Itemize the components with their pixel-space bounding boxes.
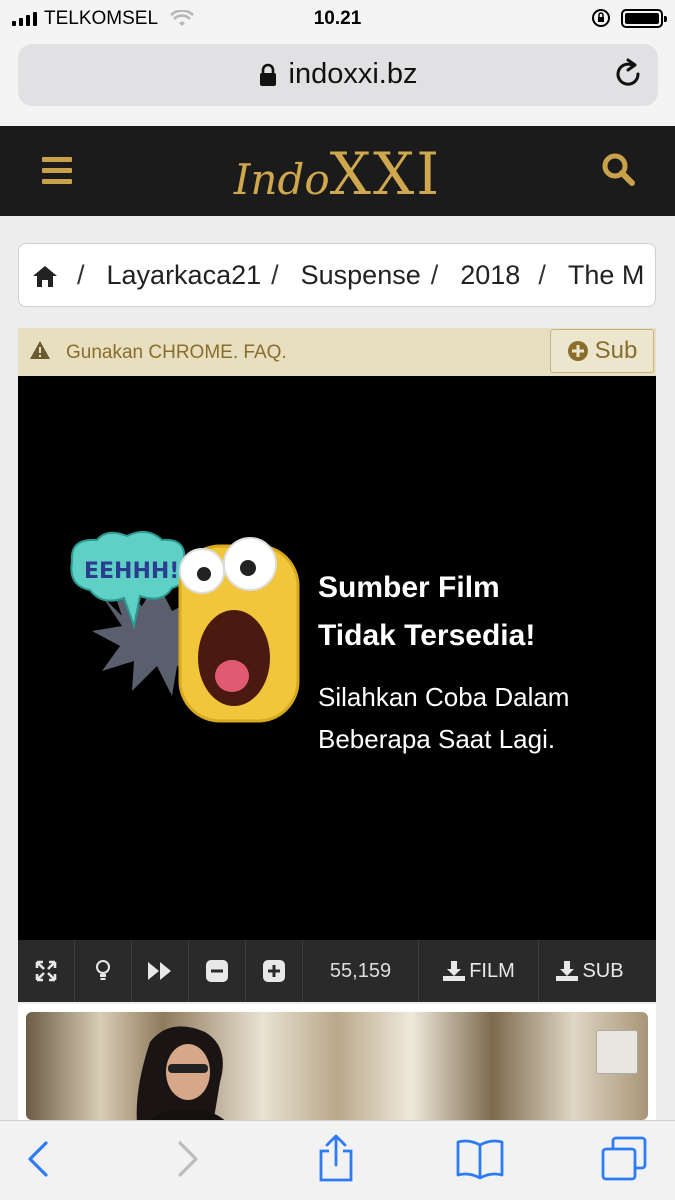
error-title-line2: Tidak Tersedia!: [318, 619, 536, 652]
content-card: [18, 1004, 656, 1120]
player-controls: 55,159 FILM SUB: [18, 940, 656, 1002]
breadcrumb-separator: /: [430, 260, 439, 290]
url-text: indoxxi.bz: [288, 58, 418, 90]
warning-icon: [30, 341, 50, 359]
notice-bar: Gunakan CHROME. FAQ. Sub: [18, 328, 656, 376]
battery-icon: [621, 8, 667, 28]
download-sub-label: SUB: [582, 959, 624, 982]
shocked-mascot-illustration: EEHHH!!: [70, 530, 300, 723]
lock-icon: [259, 63, 276, 86]
share-icon[interactable]: [316, 1133, 356, 1183]
view-count: 55,159: [303, 940, 419, 1002]
reload-icon[interactable]: [614, 58, 644, 90]
notice-text[interactable]: Gunakan CHROME. FAQ.: [66, 342, 287, 364]
light-toggle-button[interactable]: [75, 940, 132, 1002]
download-sub-button[interactable]: SUB: [539, 940, 640, 1002]
zoom-in-button[interactable]: [246, 940, 303, 1002]
tabs-icon[interactable]: [600, 1135, 650, 1183]
bookmarks-icon[interactable]: [455, 1137, 505, 1181]
error-title: Sumber Film Tidak Tersedia!: [318, 564, 638, 660]
site-logo[interactable]: IndoXXI: [0, 140, 675, 208]
video-player[interactable]: EEHHH!! Sumber Film Tidak Tersedia! Sila…: [18, 376, 656, 940]
breadcrumb-item-2018[interactable]: 2018: [460, 260, 520, 291]
breadcrumb-item-title[interactable]: The M: [568, 260, 645, 291]
breadcrumb-separator: /: [271, 260, 279, 290]
fullscreen-icon: [35, 960, 57, 982]
fast-forward-button[interactable]: [132, 940, 189, 1002]
error-sub-line1: Silahkan Coba Dalam: [318, 682, 570, 712]
breadcrumb-separator: /: [538, 260, 546, 290]
wall-sign: [596, 1030, 638, 1074]
browser-chrome: indoxxi.bz: [0, 38, 675, 126]
breadcrumb-separator: /: [77, 260, 85, 290]
breadcrumb: / Layarkaca21 / Suspense / 2018 / The M: [18, 243, 656, 307]
breadcrumb-item-layarkaca21[interactable]: Layarkaca21: [107, 260, 262, 291]
home-icon[interactable]: [31, 264, 59, 288]
add-sub-button[interactable]: Sub: [550, 329, 654, 373]
sub-button-label: Sub: [594, 337, 638, 364]
download-film-button[interactable]: FILM: [419, 940, 539, 1002]
status-right: [591, 8, 667, 28]
fullscreen-button[interactable]: [18, 940, 75, 1002]
clock: 10.21: [313, 8, 362, 29]
error-title-line1: Sumber Film: [318, 571, 500, 604]
breadcrumb-item-suspense[interactable]: Suspense: [301, 260, 421, 291]
movie-thumbnail[interactable]: [26, 1012, 648, 1120]
logo-script: Indo: [233, 155, 330, 204]
error-sub-line2: Beberapa Saat Lagi.: [318, 724, 556, 754]
bubble-text: EEHHH!!: [84, 559, 189, 584]
person-photo: [136, 1026, 225, 1120]
forward-icon[interactable]: [176, 1139, 200, 1179]
zoom-out-button[interactable]: [189, 940, 246, 1002]
error-subtitle: Silahkan Coba Dalam Beberapa Saat Lagi.: [318, 676, 638, 760]
status-bar: TELKOMSEL 10.21: [0, 0, 675, 38]
orientation-lock-icon: [592, 9, 610, 27]
logo-main: XXI: [329, 140, 442, 208]
site-header: IndoXXI: [0, 126, 675, 216]
address-bar[interactable]: indoxxi.bz: [18, 44, 658, 106]
browser-toolbar: [0, 1120, 675, 1200]
download-icon: [556, 961, 579, 981]
lightbulb-icon: [96, 960, 110, 980]
search-icon[interactable]: [601, 152, 635, 186]
download-icon: [443, 961, 466, 981]
plus-circle-icon: [567, 341, 588, 361]
zoom-out-icon: [206, 960, 228, 982]
back-icon[interactable]: [26, 1139, 50, 1179]
fast-forward-icon: [148, 962, 171, 980]
zoom-in-icon: [263, 960, 285, 982]
download-film-label: FILM: [469, 959, 515, 982]
